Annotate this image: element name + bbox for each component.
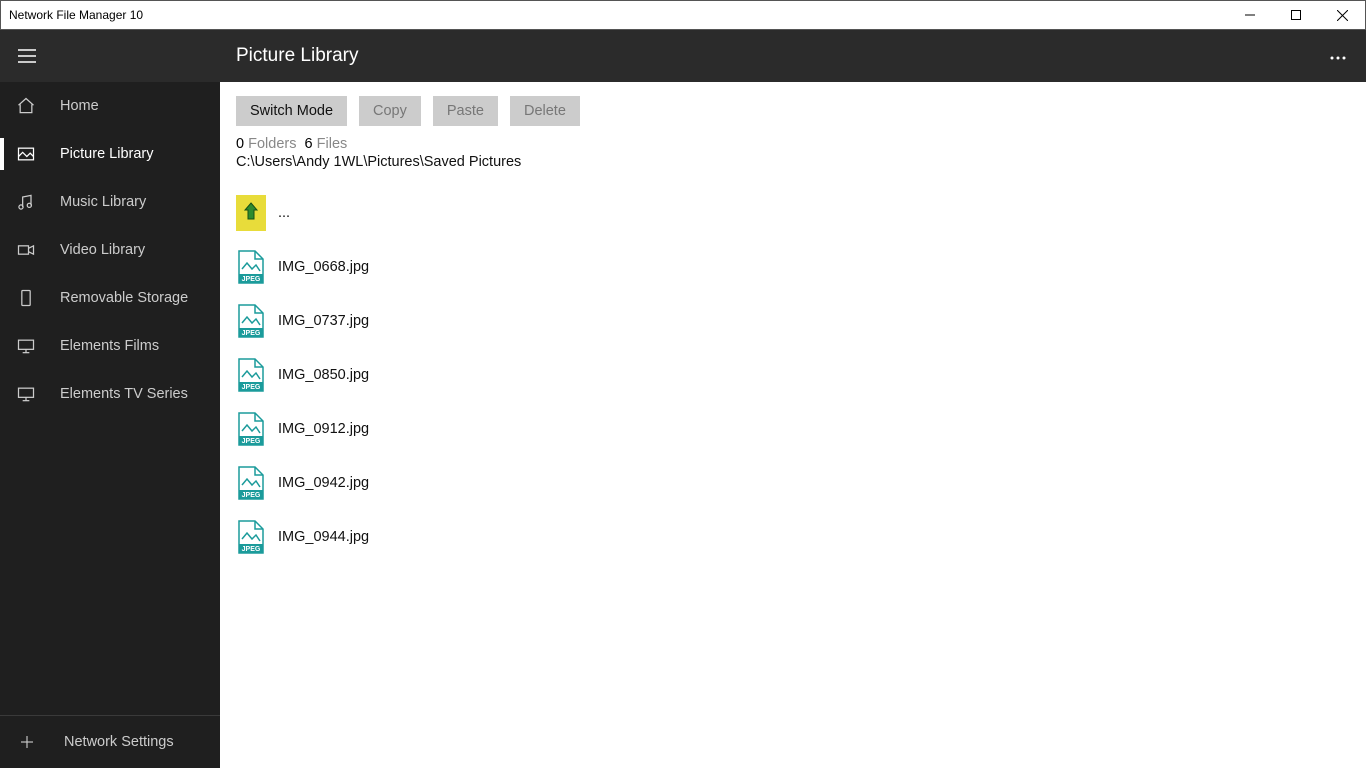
sidebar-item-label: Picture Library [60,146,153,162]
hamburger-button[interactable] [0,30,220,82]
up-arrow-icon [236,195,266,231]
window-controls [1227,1,1365,29]
jpeg-file-icon: JPEG [236,519,266,555]
switch-mode-button[interactable]: Switch Mode [236,96,347,126]
hamburger-icon [18,49,36,63]
main: Picture Library Switch Mode Copy Paste D… [220,30,1366,768]
network-settings-button[interactable]: Network Settings [0,716,220,768]
file-list: ... JPEG IMG_0668.jpg JPEG IMG_0737.jpg … [220,182,1366,568]
file-name: IMG_0668.jpg [278,259,369,275]
up-directory-row[interactable]: ... [236,186,1350,240]
file-name: IMG_0944.jpg [278,529,369,545]
svg-text:JPEG: JPEG [242,330,261,337]
folders-label: Folders [248,136,296,152]
close-button[interactable] [1319,1,1365,29]
plus-icon [18,733,46,751]
jpeg-file-icon: JPEG [236,465,266,501]
toolbar: Switch Mode Copy Paste Delete [220,82,1366,126]
sidebar-item-label: Music Library [60,194,146,210]
video-icon [16,240,44,260]
svg-text:JPEG: JPEG [242,384,261,391]
jpeg-file-icon: JPEG [236,303,266,339]
page-title: Picture Library [236,45,359,67]
svg-text:JPEG: JPEG [242,276,261,283]
file-row[interactable]: JPEG IMG_0942.jpg [236,456,1350,510]
files-count: 6 [305,136,313,152]
file-name: IMG_0850.jpg [278,367,369,383]
nav: Home Picture Library Music Library Video… [0,82,220,715]
sidebar-footer: Network Settings [0,715,220,768]
sidebar-item-label: Home [60,98,99,114]
current-path: C:\Users\Andy 1WL\Pictures\Saved Picture… [220,152,1366,182]
sidebar-item-picture-library[interactable]: Picture Library [0,130,220,178]
copy-button[interactable]: Copy [359,96,421,126]
more-button[interactable] [1326,43,1350,69]
counts: 0 Folders 6 Files [220,126,1366,152]
sidebar-item-label: Elements TV Series [60,386,188,402]
file-row[interactable]: JPEG IMG_0850.jpg [236,348,1350,402]
monitor-icon [16,336,44,356]
sidebar-item-elements-tv-series[interactable]: Elements TV Series [0,370,220,418]
svg-text:JPEG: JPEG [242,492,261,499]
jpeg-file-icon: JPEG [236,357,266,393]
delete-button[interactable]: Delete [510,96,580,126]
footer-item-label: Network Settings [64,734,174,750]
sidebar-item-home[interactable]: Home [0,82,220,130]
minimize-icon [1245,10,1255,20]
sidebar: Home Picture Library Music Library Video… [0,30,220,768]
folders-count: 0 [236,136,244,152]
music-icon [16,192,44,212]
header: Picture Library [220,30,1366,82]
svg-text:JPEG: JPEG [242,438,261,445]
svg-text:JPEG: JPEG [242,546,261,553]
file-row[interactable]: JPEG IMG_0944.jpg [236,510,1350,564]
sidebar-item-label: Elements Films [60,338,159,354]
file-name: IMG_0737.jpg [278,313,369,329]
up-label: ... [278,205,290,221]
sidebar-item-elements-films[interactable]: Elements Films [0,322,220,370]
sidebar-item-video-library[interactable]: Video Library [0,226,220,274]
jpeg-file-icon: JPEG [236,411,266,447]
sidebar-item-label: Video Library [60,242,145,258]
up-icon-wrap [236,195,266,231]
maximize-button[interactable] [1273,1,1319,29]
file-name: IMG_0942.jpg [278,475,369,491]
maximize-icon [1291,10,1301,20]
file-row[interactable]: JPEG IMG_0668.jpg [236,240,1350,294]
home-icon [16,96,44,116]
close-icon [1337,10,1348,21]
files-label: Files [317,136,348,152]
sidebar-item-music-library[interactable]: Music Library [0,178,220,226]
sidebar-item-label: Removable Storage [60,290,188,306]
paste-button[interactable]: Paste [433,96,498,126]
monitor-icon [16,384,44,404]
file-name: IMG_0912.jpg [278,421,369,437]
more-icon [1330,56,1346,60]
jpeg-file-icon: JPEG [236,249,266,285]
file-row[interactable]: JPEG IMG_0912.jpg [236,402,1350,456]
titlebar: Network File Manager 10 [0,0,1366,30]
file-row[interactable]: JPEG IMG_0737.jpg [236,294,1350,348]
picture-icon [16,144,44,164]
sidebar-item-removable-storage[interactable]: Removable Storage [0,274,220,322]
storage-icon [16,288,44,308]
minimize-button[interactable] [1227,1,1273,29]
window-title: Network File Manager 10 [9,8,143,22]
